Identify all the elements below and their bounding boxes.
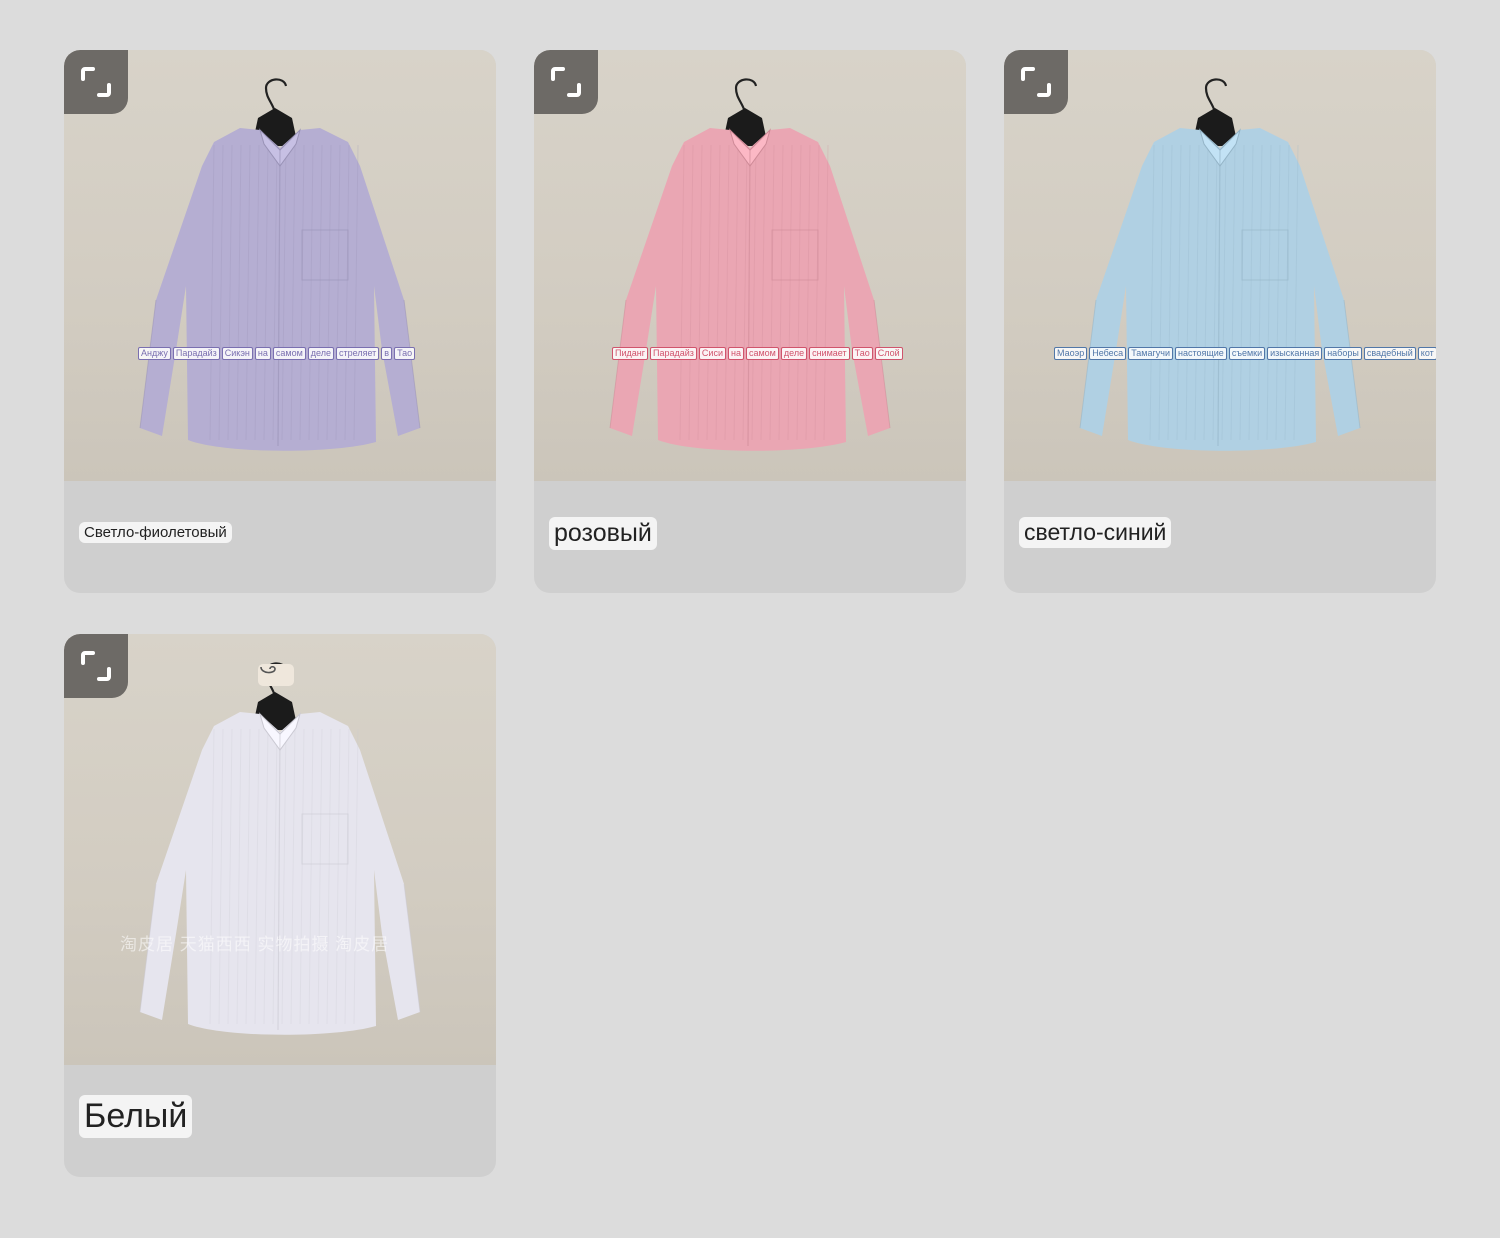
expand-button[interactable] xyxy=(64,50,128,114)
product-photo[interactable]: 淘皮居 天猫西西 实物拍摄 淘皮居 xyxy=(64,634,496,1065)
hook-icon xyxy=(260,665,276,674)
expand-icon xyxy=(81,651,111,681)
expand-button[interactable] xyxy=(64,634,128,698)
hanger-hook xyxy=(1204,78,1228,113)
overlay-word: на xyxy=(254,347,271,360)
hanger-hook xyxy=(734,78,758,113)
expand-icon xyxy=(551,67,581,97)
overlay-word: самом xyxy=(272,347,306,360)
overlay-word: кот xyxy=(1417,347,1436,360)
shirt-image xyxy=(1079,78,1361,451)
overlay-word: деле xyxy=(307,347,334,360)
product-photo[interactable]: Анджу Парадайз Сикэн на самом деле стреляет в Та… xyxy=(64,50,496,481)
variant-label: Светло-фиолетовый xyxy=(79,522,232,543)
overlay-word: на xyxy=(727,347,744,360)
variant-card-white[interactable]: 淘皮居 天猫西西 实物拍摄 淘皮居 Белый xyxy=(64,634,496,1177)
variant-label: Белый xyxy=(79,1095,193,1138)
overlay-word: снимает xyxy=(809,347,850,360)
overlay-word: деле xyxy=(780,347,808,360)
overlay-word: Небеса xyxy=(1089,347,1127,360)
overlay-word: Тао xyxy=(851,347,873,360)
translation-overlay: Анджу Парадайз Сикэн на самом деле стреляет в Та… xyxy=(138,347,416,360)
translation-overlay: Пиданг Парадайз Сиси на самом деле снимает Тао С… xyxy=(612,347,903,360)
expand-button[interactable] xyxy=(534,50,598,114)
expand-icon xyxy=(1021,67,1051,97)
shirt-image xyxy=(609,78,891,451)
hanger-hook xyxy=(264,78,288,113)
overlay-word: Анджу xyxy=(138,347,171,360)
product-photo[interactable]: Маоэр Небеса Тамагучи настоящие съемки изыска… xyxy=(1004,50,1436,481)
overlay-word: съемки xyxy=(1228,347,1266,360)
expand-icon xyxy=(81,67,111,97)
overlay-word: самом xyxy=(745,347,779,360)
overlay-word: свадебный xyxy=(1363,347,1416,360)
variant-label: розовый xyxy=(549,517,657,550)
product-variant-grid: Анджу Парадайз Сикэн на самом деле стреляет в Та… xyxy=(0,0,1500,1238)
overlay-word: Тао xyxy=(394,347,416,360)
overlay-word: Пиданг xyxy=(612,347,649,360)
shirt-image xyxy=(139,662,421,1035)
variant-card-pink[interactable]: Пиданг Парадайз Сиси на самом деле снимает Тао С… xyxy=(534,50,966,593)
variant-label: светло-синий xyxy=(1019,517,1172,548)
overlay-word: стреляет xyxy=(336,347,380,360)
overlay-word: Сиси xyxy=(698,347,726,360)
overlay-word: Тамагучи xyxy=(1128,347,1173,360)
translation-overlay: Маоэр Небеса Тамагучи настоящие съемки изыска… xyxy=(1054,347,1436,360)
expand-button[interactable] xyxy=(1004,50,1068,114)
overlay-word: настоящие xyxy=(1174,347,1227,360)
overlay-word: наборы xyxy=(1324,347,1362,360)
overlay-word: Парадайз xyxy=(650,347,697,360)
overlay-word: Сикэн xyxy=(221,347,253,360)
overlay-word: Слой xyxy=(874,347,903,360)
overlay-word: Маоэр xyxy=(1054,347,1088,360)
photo-watermark: 淘皮居 天猫西西 实物拍摄 淘皮居 xyxy=(120,935,390,954)
overlay-word: изысканная xyxy=(1267,347,1323,360)
product-photo[interactable]: Пиданг Парадайз Сиси на самом деле снимает Тао С… xyxy=(534,50,966,481)
overlay-word: Парадайз xyxy=(172,347,220,360)
variant-card-light-purple[interactable]: Анджу Парадайз Сикэн на самом деле стреляет в Та… xyxy=(64,50,496,593)
overlay-word: в xyxy=(381,347,393,360)
hook-tag xyxy=(258,664,294,686)
variant-card-light-blue[interactable]: Маоэр Небеса Тамагучи настоящие съемки изыска… xyxy=(1004,50,1436,593)
shirt-image xyxy=(139,78,421,451)
